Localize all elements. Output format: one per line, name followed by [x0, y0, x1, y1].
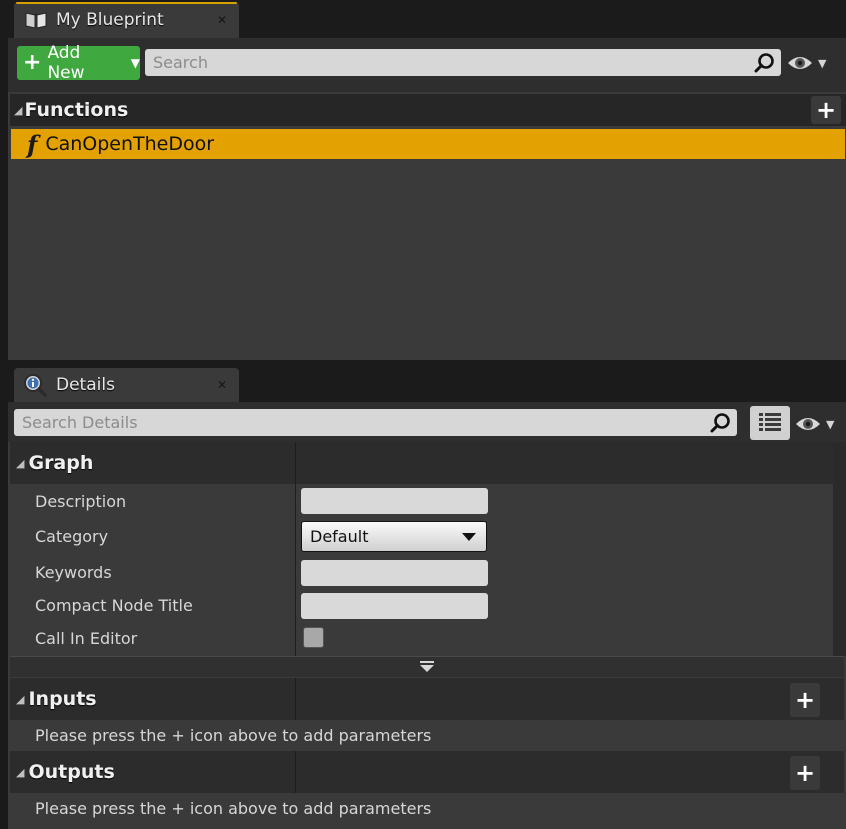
inputs-section-header[interactable]: ◢ Inputs [10, 678, 844, 720]
function-item-canopenthedoor[interactable]: f CanOpenTheDoor [11, 129, 845, 159]
property-row-compact-node-title: Compact Node Title [35, 592, 193, 618]
info-magnifier-icon [22, 373, 48, 397]
column-divider [295, 442, 296, 656]
add-function-button[interactable]: + [811, 96, 841, 124]
outputs-section-header[interactable]: ◢ Outputs [10, 751, 844, 793]
category-dropdown[interactable]: Default [301, 521, 487, 552]
property-label: Compact Node Title [35, 595, 193, 615]
call-in-editor-checkbox[interactable] [303, 627, 324, 648]
close-icon[interactable]: ✕ [217, 378, 227, 392]
details-search [14, 409, 737, 436]
outputs-hint-row: Please press the + icon above to add par… [35, 795, 431, 821]
property-matrix-button[interactable] [750, 406, 790, 440]
add-output-button[interactable]: + [790, 756, 820, 790]
graph-section-header[interactable]: ◢ Graph [10, 442, 834, 484]
outputs-hint: Please press the + icon above to add par… [35, 798, 432, 818]
inputs-section-label: Inputs [28, 688, 97, 710]
search-icon[interactable] [709, 412, 731, 434]
eye-icon [794, 415, 822, 433]
chevron-down-icon [462, 532, 476, 541]
property-label: Category [35, 526, 109, 546]
book-icon [24, 10, 48, 30]
blueprint-search [145, 49, 781, 76]
function-f-icon: f [27, 129, 38, 159]
add-new-button[interactable]: + Add New ▼ [17, 43, 140, 83]
search-details-input[interactable] [14, 409, 709, 436]
category-selected-value: Default [310, 527, 369, 546]
property-row-description: Description [35, 488, 126, 514]
grid-list-icon [758, 412, 782, 434]
inputs-hint: Please press the + icon above to add par… [35, 725, 432, 745]
graph-section-label: Graph [28, 452, 94, 474]
close-icon[interactable]: ✕ [217, 13, 227, 27]
search-input[interactable] [145, 49, 753, 76]
column-divider [295, 678, 296, 720]
chevron-down-icon: ▼ [826, 417, 835, 431]
view-options-button[interactable]: ▼ [794, 411, 844, 437]
scrollbar-track[interactable] [833, 442, 846, 656]
tab-title: Details [56, 375, 115, 395]
add-input-button[interactable]: + [790, 683, 820, 717]
functions-category-header[interactable]: ◢ Functions [10, 94, 846, 126]
compact-node-title-field[interactable] [301, 593, 488, 619]
tab-title: My Blueprint [56, 10, 164, 30]
chevron-down-icon [419, 661, 435, 673]
collapse-triangle-icon: ◢ [16, 765, 25, 779]
column-divider [295, 751, 296, 793]
advanced-expander[interactable] [10, 656, 844, 677]
search-icon[interactable] [753, 52, 775, 74]
tab-my-blueprint[interactable]: My Blueprint ✕ [14, 2, 239, 38]
property-row-call-in-editor: Call In Editor [35, 625, 137, 651]
property-label: Call In Editor [35, 628, 138, 648]
tab-accent [16, 2, 237, 4]
keywords-field[interactable] [301, 560, 488, 586]
add-new-label: Add New [47, 43, 85, 83]
inputs-hint-row: Please press the + icon above to add par… [35, 722, 431, 748]
chevron-down-icon: ▼ [130, 56, 140, 70]
eye-icon [786, 54, 814, 72]
property-row-keywords: Keywords [35, 559, 112, 585]
chevron-down-icon: ▼ [818, 56, 827, 70]
function-label: CanOpenTheDoor [45, 133, 215, 155]
functions-label: Functions [24, 99, 129, 121]
outputs-section-label: Outputs [28, 761, 115, 783]
collapse-triangle-icon: ◢ [14, 103, 23, 117]
plus-icon: + [794, 686, 816, 714]
property-label: Description [35, 491, 127, 511]
tab-details[interactable]: Details ✕ [14, 368, 239, 402]
property-row-category: Category [35, 523, 108, 549]
collapse-triangle-icon: ◢ [16, 692, 25, 706]
plus-icon: + [815, 96, 837, 124]
plus-icon: + [794, 759, 816, 787]
property-label: Keywords [35, 562, 112, 582]
view-options-button[interactable]: ▼ [786, 50, 836, 76]
collapse-triangle-icon: ◢ [16, 456, 25, 470]
plus-icon: + [23, 50, 42, 75]
description-field[interactable] [301, 488, 488, 514]
